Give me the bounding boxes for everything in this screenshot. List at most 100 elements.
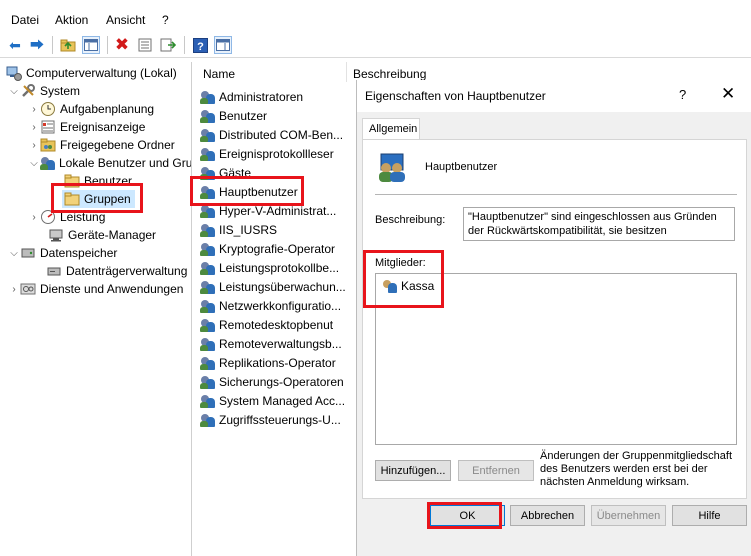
group-icon [200,298,216,314]
group-list-item[interactable]: Sicherungs-Operatoren [200,372,344,391]
group-list-item[interactable]: Remoteverwaltungsb... [200,334,342,353]
group-list-label: Replikations-Operator [219,355,336,370]
tree-label: Datenspeicher [40,246,118,260]
menu-datei[interactable]: Datei [11,13,39,27]
dialog-help-button[interactable]: ? [679,87,686,102]
tree-item-system[interactable]: ⌵ System [8,82,80,100]
group-list-item[interactable]: System Managed Acc... [200,391,345,410]
device-manager-icon [48,227,64,243]
group-list-item[interactable]: IIS_IUSRS [200,220,277,239]
event-viewer-icon [40,119,56,135]
group-list-label: Remotedesktopbenut [219,317,334,332]
up-folder-icon[interactable] [59,36,77,54]
group-icon [200,127,216,143]
group-list-label: System Managed Acc... [219,393,346,408]
toolbar-separator [107,36,108,54]
tree-item-freigegebene-ordner[interactable]: › Freigegebene Ordner [28,136,174,154]
column-header-name[interactable]: Name [203,67,235,81]
remove-member-button[interactable]: Entfernen [458,460,534,481]
tree-item-dienste[interactable]: › Dienste und Anwendungen [8,280,183,298]
dialog-titlebar: Eigenschaften von Hauptbenutzer ? ✕ [357,80,751,112]
chevron-right-icon[interactable]: › [28,104,40,115]
shared-folder-icon [40,137,56,153]
highlight-members [363,250,444,308]
toolbar: ⬅ ⮕ ✖ ? [0,31,751,58]
group-icon [200,89,216,105]
group-list-label: Sicherungs-Operatoren [219,374,344,389]
properties-dialog: Eigenschaften von Hauptbenutzer ? ✕ Allg… [356,80,751,556]
tree-item-datenspeicher[interactable]: ⌵ Datenspeicher [8,244,117,262]
group-name: Hauptbenutzer [425,161,498,173]
services-icon [20,281,36,297]
help-button[interactable]: Hilfe [672,505,747,526]
chevron-down-icon[interactable]: ⌵ [28,158,40,169]
navigation-tree: Computerverwaltung (Lokal) ⌵ System › Au… [0,62,192,556]
group-list-label: Ereignisprotokollleser [219,146,334,161]
chevron-right-icon[interactable]: › [28,122,40,133]
group-list-item[interactable]: Leistungsprotokollbe... [200,258,339,277]
group-list-item[interactable]: Replikations-Operator [200,353,336,372]
group-list-label: Administratoren [219,89,304,104]
show-tree-icon[interactable] [82,36,100,54]
group-list-item[interactable]: Netzwerkkonfiguratio... [200,296,341,315]
chevron-down-icon[interactable]: ⌵ [8,248,20,259]
column-divider [346,62,347,82]
membership-note: Änderungen der Gruppenmitgliedschaft des… [540,450,733,488]
menu-help[interactable]: ? [162,13,169,27]
group-list-item[interactable]: Zugriffssteuerungs-U... [200,410,341,429]
chevron-right-icon[interactable]: › [28,140,40,151]
group-list-item[interactable]: Kryptografie-Operator [200,239,335,258]
chevron-down-icon[interactable]: ⌵ [8,86,20,97]
group-icon [200,317,216,333]
group-list-item[interactable]: Benutzer [200,106,267,125]
group-list-item[interactable]: Administratoren [200,87,303,106]
disk-management-icon [46,263,62,279]
group-icon [200,393,216,409]
chevron-right-icon[interactable]: › [28,212,40,223]
tree-item-lokale-benutzer[interactable]: ⌵ Lokale Benutzer und Gruppen [28,154,192,172]
help-icon[interactable]: ? [191,36,209,54]
highlight-hauptbenutzer [190,176,304,206]
group-list-label: Remoteverwaltungsb... [219,336,342,351]
console-icon[interactable] [214,36,232,54]
menu-aktion[interactable]: Aktion [55,13,88,27]
chevron-right-icon[interactable]: › [8,284,20,295]
tree-item-datentraegerverwaltung[interactable]: Datenträgerverwaltung [46,262,187,280]
cancel-button[interactable]: Abbrechen [510,505,585,526]
export-icon[interactable] [159,36,177,54]
tree-label: Dienste und Anwendungen [40,282,184,296]
group-list-item[interactable]: Ereignisprotokollleser [200,144,334,163]
storage-icon [20,245,36,261]
add-member-button[interactable]: Hinzufügen... [375,460,451,481]
tree-item-geraete-manager[interactable]: Geräte-Manager [48,226,156,244]
group-list-label: Leistungsprotokollbe... [219,260,340,275]
tree-item-ereignisanzeige[interactable]: › Ereignisanzeige [28,118,145,136]
group-list-item[interactable]: Leistungsüberwachun... [200,277,346,296]
delete-icon[interactable]: ✖ [113,36,131,54]
group-icon [200,336,216,352]
column-header-description[interactable]: Beschreibung [353,67,426,81]
title-strip [0,0,751,8]
tree-label: Aufgabenplanung [60,102,155,116]
group-list-label: Netzwerkkonfiguratio... [219,298,342,313]
tree-label: Lokale Benutzer und Gruppen [59,156,192,170]
tab-allgemein[interactable]: Allgemein [362,118,420,140]
group-icon [200,146,216,162]
group-icon [200,412,216,428]
group-list-item[interactable]: Distributed COM-Ben... [200,125,343,144]
properties-icon[interactable] [136,36,154,54]
tree-item-root[interactable]: Computerverwaltung (Lokal) [6,64,177,82]
apply-button[interactable]: Übernehmen [591,505,666,526]
toolbar-separator [184,36,185,54]
back-arrow-icon[interactable]: ⬅ [6,36,24,54]
tree-label: Computerverwaltung (Lokal) [26,66,177,80]
group-icon [200,355,216,371]
tree-item-aufgabenplanung[interactable]: › Aufgabenplanung [28,100,154,118]
dialog-close-button[interactable]: ✕ [721,84,735,104]
forward-arrow-icon[interactable]: ⮕ [28,36,46,54]
menu-ansicht[interactable]: Ansicht [106,13,145,27]
divider [375,194,737,195]
group-list-item[interactable]: Remotedesktopbenut [200,315,333,334]
users-icon [40,155,56,171]
description-field[interactable]: "Hauptbenutzer" sind eingeschlossen aus … [463,207,735,241]
